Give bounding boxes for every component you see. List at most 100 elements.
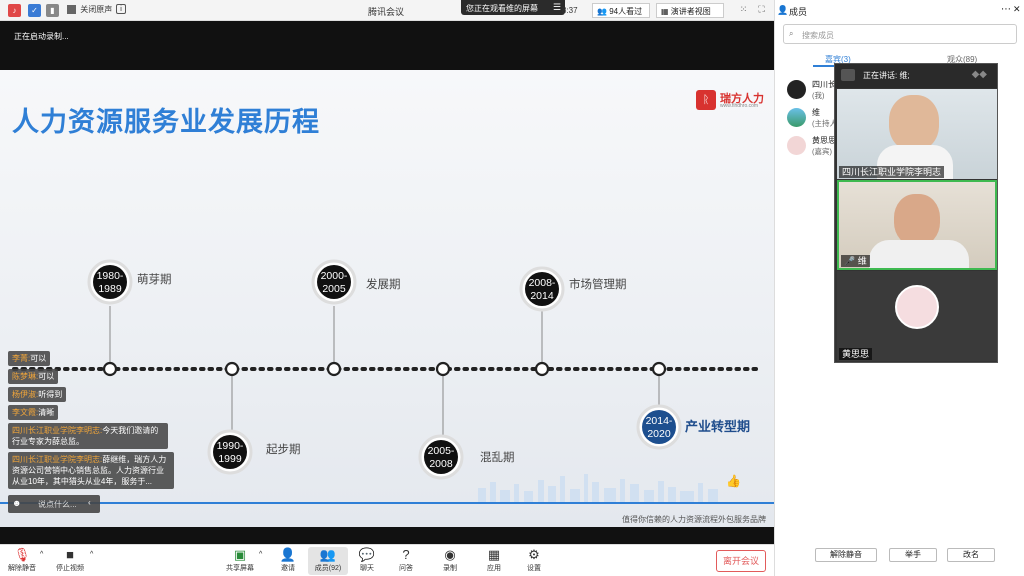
camera-icon: ■ (66, 547, 74, 562)
video-tile-name: 🎤 维 (841, 255, 870, 267)
chat-sender: 李文霞: (12, 408, 39, 417)
chat-button[interactable]: 💬 聊天 (347, 547, 387, 573)
year-badge: 2005- 2008 (418, 434, 464, 480)
stop-video-label: 停止视频 (56, 565, 84, 572)
city-skyline (478, 474, 718, 502)
chat-sender: 陈梦琳: (12, 372, 39, 381)
view-mode-selector[interactable]: ▦ 演讲者视图 (656, 3, 724, 18)
chevron-up-icon[interactable]: ^ (40, 551, 43, 558)
year-badge-bottom: 2020 (647, 428, 671, 440)
emoji-icon[interactable]: ☻ (12, 498, 21, 508)
original-sound-label: 关闭原声 (80, 5, 113, 14)
mic-muted-icon: 🎙 (13, 547, 31, 562)
more-icon[interactable]: ⋯ (1001, 4, 1011, 15)
member-search-input[interactable]: ⌕ 搜索成员 (783, 24, 1017, 44)
chat-text: 清晰 (38, 408, 55, 417)
people-icon: 👤 (777, 5, 789, 15)
video-tile[interactable]: 黄思思 (837, 271, 997, 361)
invite-label: 邀请 (281, 565, 295, 572)
stage-label: 起步期 (266, 444, 301, 456)
grid-icon[interactable]: ⁙ (738, 4, 749, 15)
thumbs-up-icon[interactable]: 👍 (726, 474, 741, 488)
year-badge-top: 2014- (646, 415, 673, 427)
app-logo-icon: ♪ (8, 4, 21, 17)
signal-icon[interactable]: ▮ (46, 4, 59, 17)
tile-name-text: 维 (857, 256, 867, 266)
fullscreen-icon[interactable]: ⛶ (756, 4, 767, 15)
stop-video-button[interactable]: ■ 停止视频 (50, 547, 90, 573)
chat-input[interactable]: ☻ 说点什么... ‹ (8, 495, 100, 513)
members-button[interactable]: 👥 成员(92) (308, 547, 348, 575)
search-icon: ⌕ (789, 29, 794, 38)
chat-sender: 四川长江职业学院李明志: (12, 455, 103, 464)
speaker-avatar-icon (841, 69, 855, 81)
chat-text: 可以 (38, 372, 55, 381)
info-icon[interactable]: i (116, 4, 126, 14)
avatar (895, 285, 939, 329)
year-badge-top: 1990- (217, 440, 244, 452)
chevron-up-icon[interactable]: ^ (90, 551, 93, 558)
window-title: 腾讯会议 (368, 7, 405, 17)
close-panel-icon[interactable]: ✕ (1013, 4, 1021, 15)
menu-icon[interactable]: ☰ (553, 2, 561, 13)
panel-title: 成员 (789, 7, 808, 17)
original-sound-toggle[interactable]: 关闭原声 (67, 4, 112, 15)
person-face (894, 194, 940, 246)
shield-icon[interactable]: ✓ (28, 4, 41, 17)
share-screen-button[interactable]: ▣ 共享屏幕 (220, 547, 260, 573)
chat-overlay: 李菁: 可以 陈梦琳: 可以 杨伊淑: 听得到 李文霞: 清晰 四川长江职业学院… (8, 351, 183, 492)
record-label: 录制 (443, 565, 457, 572)
apps-label: 应用 (487, 565, 501, 572)
gear-icon: ⚙ (528, 547, 540, 562)
screen-share-banner[interactable]: 您正在观看维的屏幕 ☰ (461, 0, 565, 15)
year-badge: 1980- 1989 (87, 259, 133, 305)
members-label: 成员(92) (314, 565, 342, 572)
chat-message: 四川长江职业学院李明志: 薛继维，瑞方人力资源公司营销中心销售总监。人力资源行业… (8, 452, 174, 489)
stage-label: 混乱期 (480, 452, 515, 464)
share-screen-label: 共享屏幕 (226, 565, 254, 572)
person-shirt (869, 240, 969, 268)
layout-icon[interactable]: ◆◆ (972, 69, 987, 80)
video-tile-name: 四川长江职业学院李明志 (839, 166, 945, 178)
video-tile[interactable]: 四川长江职业学院李明志 (837, 89, 997, 179)
video-tile-active-speaker[interactable]: 🎤 维 (837, 180, 997, 270)
year-badge-top: 2005- (428, 445, 455, 457)
share-screen-icon: ▣ (233, 547, 247, 562)
unmute-label: 解除静音 (8, 565, 36, 572)
unmute-all-button[interactable]: 解除静音 (815, 548, 877, 562)
invite-button[interactable]: 👤 邀请 (268, 547, 308, 573)
chat-text: 可以 (30, 354, 47, 363)
leave-meeting-button[interactable]: 离开会议 (716, 550, 766, 572)
meeting-timer: 8:37 (562, 6, 578, 15)
speaker-video-panel[interactable]: 正在讲话: 维; ◆◆ 四川长江职业学院李明志 🎤 维 黄思思 (834, 63, 998, 363)
year-badge-highlight: 2014- 2020 (636, 404, 682, 450)
speaking-text: 正在讲话: 维; (863, 71, 910, 80)
year-badge-bottom: 2008 (429, 458, 453, 470)
apps-button[interactable]: ▦ 应用 (474, 547, 514, 573)
collapse-chat-icon[interactable]: ‹ (88, 498, 91, 507)
year-badge-bottom: 1989 (98, 283, 122, 295)
chat-sender: 李菁: (12, 354, 31, 363)
chat-sender: 四川长江职业学院李明志: (12, 426, 103, 435)
year-badge-top: 2008- (529, 277, 556, 289)
unmute-button[interactable]: 🎙 解除静音 (2, 547, 42, 573)
qa-icon: ? (402, 547, 410, 562)
chevron-up-icon[interactable]: ^ (259, 551, 262, 558)
speaking-indicator: 正在讲话: 维; ◆◆ (835, 64, 997, 88)
year-badge: 2008- 2014 (519, 266, 565, 312)
stage-label: 萌芽期 (137, 274, 172, 286)
sound-bars-icon (67, 5, 76, 15)
timeline-connectors (109, 306, 660, 438)
settings-label: 设置 (527, 565, 541, 572)
chat-message: 李菁: 可以 (8, 351, 51, 366)
apps-icon: ▦ (487, 547, 501, 562)
settings-button[interactable]: ⚙ 设置 (514, 547, 554, 573)
record-button[interactable]: ◉ 录制 (430, 547, 470, 573)
viewers-count[interactable]: 👥 94人看过 (592, 3, 650, 18)
year-badge: 2000- 2005 (311, 259, 357, 305)
qa-button[interactable]: ? 问答 (386, 547, 426, 573)
rename-button[interactable]: 改名 (947, 548, 995, 562)
chat-label: 聊天 (360, 565, 374, 572)
avatar (787, 136, 806, 155)
raise-hand-button[interactable]: 举手 (889, 548, 937, 562)
